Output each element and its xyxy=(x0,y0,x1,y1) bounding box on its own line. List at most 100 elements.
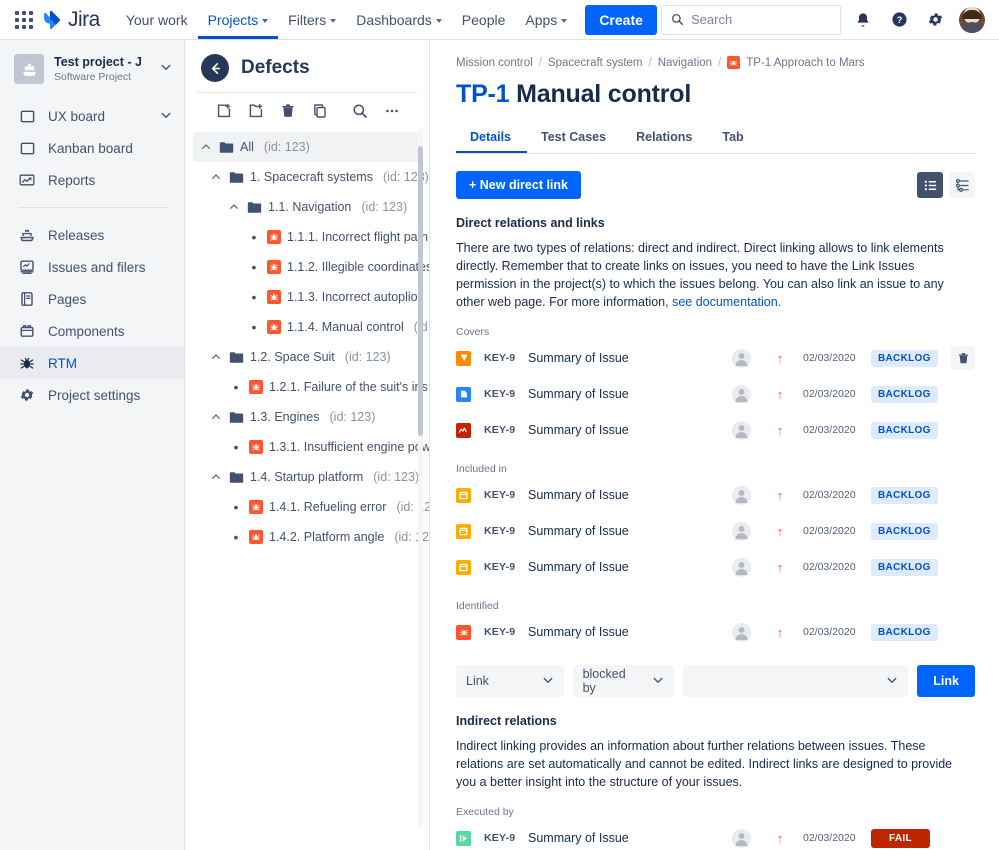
relation-row[interactable]: KEY-9 Summary of Issue ↑ 02/03/2020 BACK… xyxy=(456,477,975,513)
delete-icon[interactable] xyxy=(279,102,297,120)
assignee-avatar[interactable] xyxy=(732,557,751,577)
chevron-down-icon[interactable] xyxy=(160,109,172,124)
back-arrow-icon[interactable] xyxy=(201,54,229,82)
chevron-up-icon[interactable] xyxy=(199,142,213,152)
user-avatar[interactable] xyxy=(959,6,985,33)
chevron-up-icon[interactable] xyxy=(209,172,223,182)
link-type-select[interactable]: Link xyxy=(456,665,564,697)
apps-grid-icon[interactable] xyxy=(13,9,35,31)
delete-relation-icon[interactable] xyxy=(951,346,975,370)
create-button[interactable]: Create xyxy=(585,4,657,35)
issue-summary[interactable]: Summary of Issue xyxy=(528,387,732,401)
sidebar-item-issues-and-filers[interactable]: Issues and filers xyxy=(0,251,184,283)
relation-row[interactable]: KEY-9 Summary of Issue ↑ 02/03/2020 BACK… xyxy=(456,614,975,650)
issue-summary[interactable]: Summary of Issue xyxy=(528,560,732,574)
relation-row[interactable]: KEY-9 Summary of Issue ↑ 02/03/2020 BACK… xyxy=(456,412,975,448)
sidebar-item-kanban-board[interactable]: Kanban board xyxy=(0,132,184,164)
issue-key[interactable]: KEY-9 xyxy=(484,561,528,573)
relation-row[interactable]: KEY-9 Summary of Issue ↑ 02/03/2020 BACK… xyxy=(456,549,975,585)
issue-key[interactable]: KEY-9 xyxy=(484,832,528,844)
tab-test-cases[interactable]: Test Cases xyxy=(527,130,622,153)
assignee-avatar[interactable] xyxy=(732,384,751,404)
tree-node-suit-failure[interactable]: • 1.2.1. Failure of the suit's ins xyxy=(185,372,429,402)
project-header[interactable]: Test project - J Software Project xyxy=(0,54,184,84)
chevron-up-icon[interactable] xyxy=(209,412,223,422)
relation-row[interactable]: KEY-9 Summary of Issue ↑ 02/03/2020 BACK… xyxy=(456,376,975,412)
settings-gear-icon[interactable] xyxy=(921,6,949,34)
sidebar-item-reports[interactable]: Reports xyxy=(0,164,184,196)
tree-scrollbar-thumb[interactable] xyxy=(418,146,423,436)
issue-summary[interactable]: Summary of Issue xyxy=(528,488,732,502)
tree-node-refueling-error[interactable]: • 1.4.1. Refueling error (id: 123) xyxy=(185,492,429,522)
issue-summary[interactable]: Summary of Issue xyxy=(528,351,732,365)
nav-item-projects[interactable]: Projects xyxy=(198,0,279,39)
issue-summary[interactable]: Summary of Issue xyxy=(528,423,732,437)
relation-row[interactable]: KEY-9 Summary of Issue ↑ 02/03/2020 BACK… xyxy=(456,340,975,376)
nav-item-dashboards[interactable]: Dashboards xyxy=(346,0,452,39)
nav-item-people[interactable]: People xyxy=(452,0,516,39)
relation-row[interactable]: KEY-9 Summary of Issue ↑ 02/03/2020 BACK… xyxy=(456,513,975,549)
new-item-icon[interactable] xyxy=(215,102,233,120)
jira-logo[interactable]: Jira xyxy=(41,8,100,32)
nav-item-filters[interactable]: Filters xyxy=(278,0,346,39)
issue-key[interactable]: KEY-9 xyxy=(484,388,528,400)
tree-node-illegible-coordinates[interactable]: • 1.1.2. Illegible coordinates (id: 123) xyxy=(185,252,429,282)
tree-node-all[interactable]: All (id: 123) xyxy=(193,132,421,162)
tree-view-icon[interactable] xyxy=(949,172,975,198)
breadcrumb-item-mission-control[interactable]: Mission control xyxy=(456,57,533,69)
issue-summary[interactable]: Summary of Issue xyxy=(528,625,732,639)
issue-key[interactable]: KEY-9 xyxy=(484,626,528,638)
sidebar-item-releases[interactable]: Releases xyxy=(0,219,184,251)
tree-node-spacecraft-systems[interactable]: 1. Spacecraft systems (id: 123) xyxy=(185,162,429,192)
relation-row[interactable]: KEY-9 Summary of Issue ↑ 02/03/2020 FAIL xyxy=(456,820,975,850)
sidebar-item-rtm[interactable]: RTM xyxy=(0,347,184,379)
nav-item-apps[interactable]: Apps xyxy=(515,0,577,39)
link-relation-select[interactable]: blocked by xyxy=(572,665,674,697)
help-icon[interactable]: ? xyxy=(885,6,913,34)
tab-relations[interactable]: Relations xyxy=(622,130,708,153)
issue-summary[interactable]: Summary of Issue xyxy=(528,524,732,538)
issue-key[interactable]: KEY-9 xyxy=(484,352,528,364)
tree-node-navigation[interactable]: 1.1. Navigation (id: 123) xyxy=(185,192,429,222)
sidebar-item-pages[interactable]: Pages xyxy=(0,283,184,315)
assignee-avatar[interactable] xyxy=(732,622,751,642)
sidebar-item-components[interactable]: Components xyxy=(0,315,184,347)
chevron-down-icon[interactable] xyxy=(160,60,172,78)
breadcrumb-item-navigation[interactable]: Navigation xyxy=(658,57,712,69)
assignee-avatar[interactable] xyxy=(732,348,751,368)
issue-key[interactable]: KEY-9 xyxy=(484,525,528,537)
breadcrumb-item-tp1-approach-to-mars[interactable]: TP-1 Approach to Mars xyxy=(746,57,864,69)
see-documentation-link[interactable]: see documentation. xyxy=(672,295,781,309)
search-input[interactable]: Search xyxy=(661,4,841,35)
sidebar-item-project-settings[interactable]: Project settings xyxy=(0,379,184,411)
chevron-up-icon[interactable] xyxy=(209,352,223,362)
tree-node-space-suit[interactable]: 1.2. Space Suit (id: 123) xyxy=(185,342,429,372)
new-direct-link-button[interactable]: + New direct link xyxy=(456,171,581,199)
tree-node-startup-platform[interactable]: 1.4. Startup platform (id: 123) xyxy=(185,462,429,492)
link-submit-button[interactable]: Link xyxy=(917,665,975,697)
issue-summary[interactable]: Summary of Issue xyxy=(528,831,732,845)
assignee-avatar[interactable] xyxy=(732,521,751,541)
tree-node-incorrect-flight-path[interactable]: • 1.1.1. Incorrect flight path (id: 123) xyxy=(185,222,429,252)
assignee-avatar[interactable] xyxy=(732,485,751,505)
sidebar-item-ux-board[interactable]: UX board xyxy=(0,100,184,132)
new-folder-icon[interactable] xyxy=(247,102,265,120)
notifications-bell-icon[interactable] xyxy=(849,6,877,34)
tab-tab[interactable]: Tab xyxy=(708,130,759,153)
tab-details[interactable]: Details xyxy=(456,130,527,153)
tree-node-insufficient-engine-power[interactable]: • 1.3.1. Insufficient engine pow xyxy=(185,432,429,462)
list-view-icon[interactable] xyxy=(917,172,943,198)
copy-icon[interactable] xyxy=(311,102,329,120)
chevron-up-icon[interactable] xyxy=(227,202,241,212)
more-options-icon[interactable] xyxy=(383,102,401,120)
link-target-select[interactable] xyxy=(682,665,909,697)
nav-item-your-work[interactable]: Your work xyxy=(116,0,198,39)
tree-node-manual-control[interactable]: • 1.1.4. Manual control (id: 123) xyxy=(185,312,429,342)
assignee-avatar[interactable] xyxy=(732,420,751,440)
issue-key[interactable]: KEY-9 xyxy=(484,489,528,501)
breadcrumb-item-spacecraft-system[interactable]: Spacecraft system xyxy=(548,57,643,69)
issue-key[interactable]: KEY-9 xyxy=(484,424,528,436)
tree-node-engines[interactable]: 1.3. Engines (id: 123) xyxy=(185,402,429,432)
assignee-avatar[interactable] xyxy=(732,828,751,848)
tree-node-incorrect-autopilot[interactable]: • 1.1.3. Incorrect autopliot (id: 123) xyxy=(185,282,429,312)
